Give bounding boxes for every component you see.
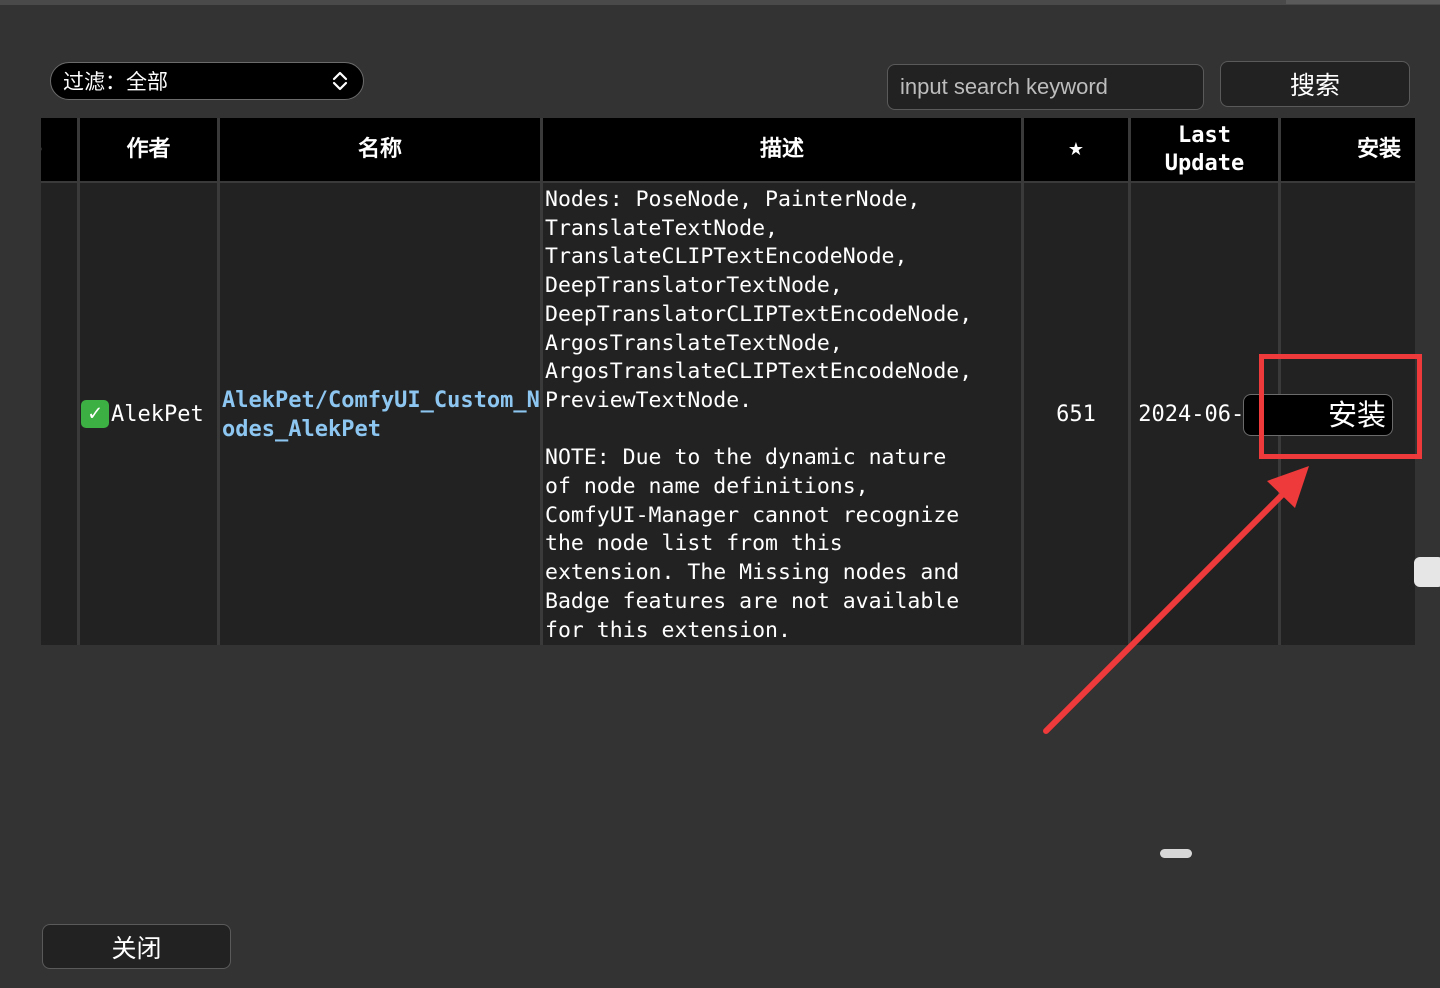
column-header-description[interactable]: 描述 bbox=[543, 118, 1021, 181]
table-cell-stars: 651 bbox=[1024, 181, 1128, 645]
column-header-last-update[interactable]: Last Update bbox=[1131, 118, 1278, 181]
close-button[interactable]: 关闭 bbox=[42, 924, 231, 969]
filter-select[interactable]: 过滤：全部 bbox=[50, 62, 364, 100]
nodes-table: ) 作者 名称 描述 ★ Last Update 安装 ✓ AlekPet Al… bbox=[41, 118, 1415, 645]
custom-nodes-manager-dialog: 过滤：全部 搜索 ) 作者 名称 描述 ★ Last Update 安装 ✓ A… bbox=[0, 0, 1440, 988]
table-cell-id bbox=[41, 181, 77, 645]
search-button[interactable]: 搜索 bbox=[1220, 61, 1410, 107]
scroll-indicator bbox=[1160, 849, 1192, 858]
column-divider bbox=[540, 118, 543, 645]
column-header-stars[interactable]: ★ bbox=[1024, 118, 1128, 181]
search-input[interactable] bbox=[887, 64, 1204, 110]
table-cell-description: Nodes: PoseNode, PainterNode, TranslateT… bbox=[543, 181, 1021, 645]
column-divider bbox=[217, 118, 220, 645]
column-header-install[interactable]: 安装 bbox=[1281, 118, 1415, 181]
table-cell-author: ✓ AlekPet bbox=[80, 181, 217, 645]
column-divider bbox=[77, 118, 80, 645]
filter-label: 过滤：全部 bbox=[63, 70, 168, 94]
check-mark-icon: ✓ bbox=[81, 400, 109, 428]
edge-handle bbox=[1414, 557, 1440, 587]
author-name: AlekPet bbox=[111, 401, 204, 427]
column-divider bbox=[1128, 118, 1131, 645]
repository-link[interactable]: AlekPet/ComfyUI_Custom_Nodes_AlekPet bbox=[220, 386, 540, 444]
chevron-up-down-icon bbox=[332, 71, 348, 91]
table-cell-name: AlekPet/ComfyUI_Custom_Nodes_AlekPet bbox=[220, 181, 540, 645]
column-header-name[interactable]: 名称 bbox=[220, 118, 540, 181]
column-header-id[interactable]: ) bbox=[41, 118, 77, 181]
column-header-author[interactable]: 作者 bbox=[80, 118, 217, 181]
column-divider bbox=[1021, 118, 1024, 645]
top-border-accent bbox=[1286, 0, 1440, 4]
annotation-highlight-box bbox=[1259, 354, 1422, 459]
top-border bbox=[0, 0, 1440, 5]
